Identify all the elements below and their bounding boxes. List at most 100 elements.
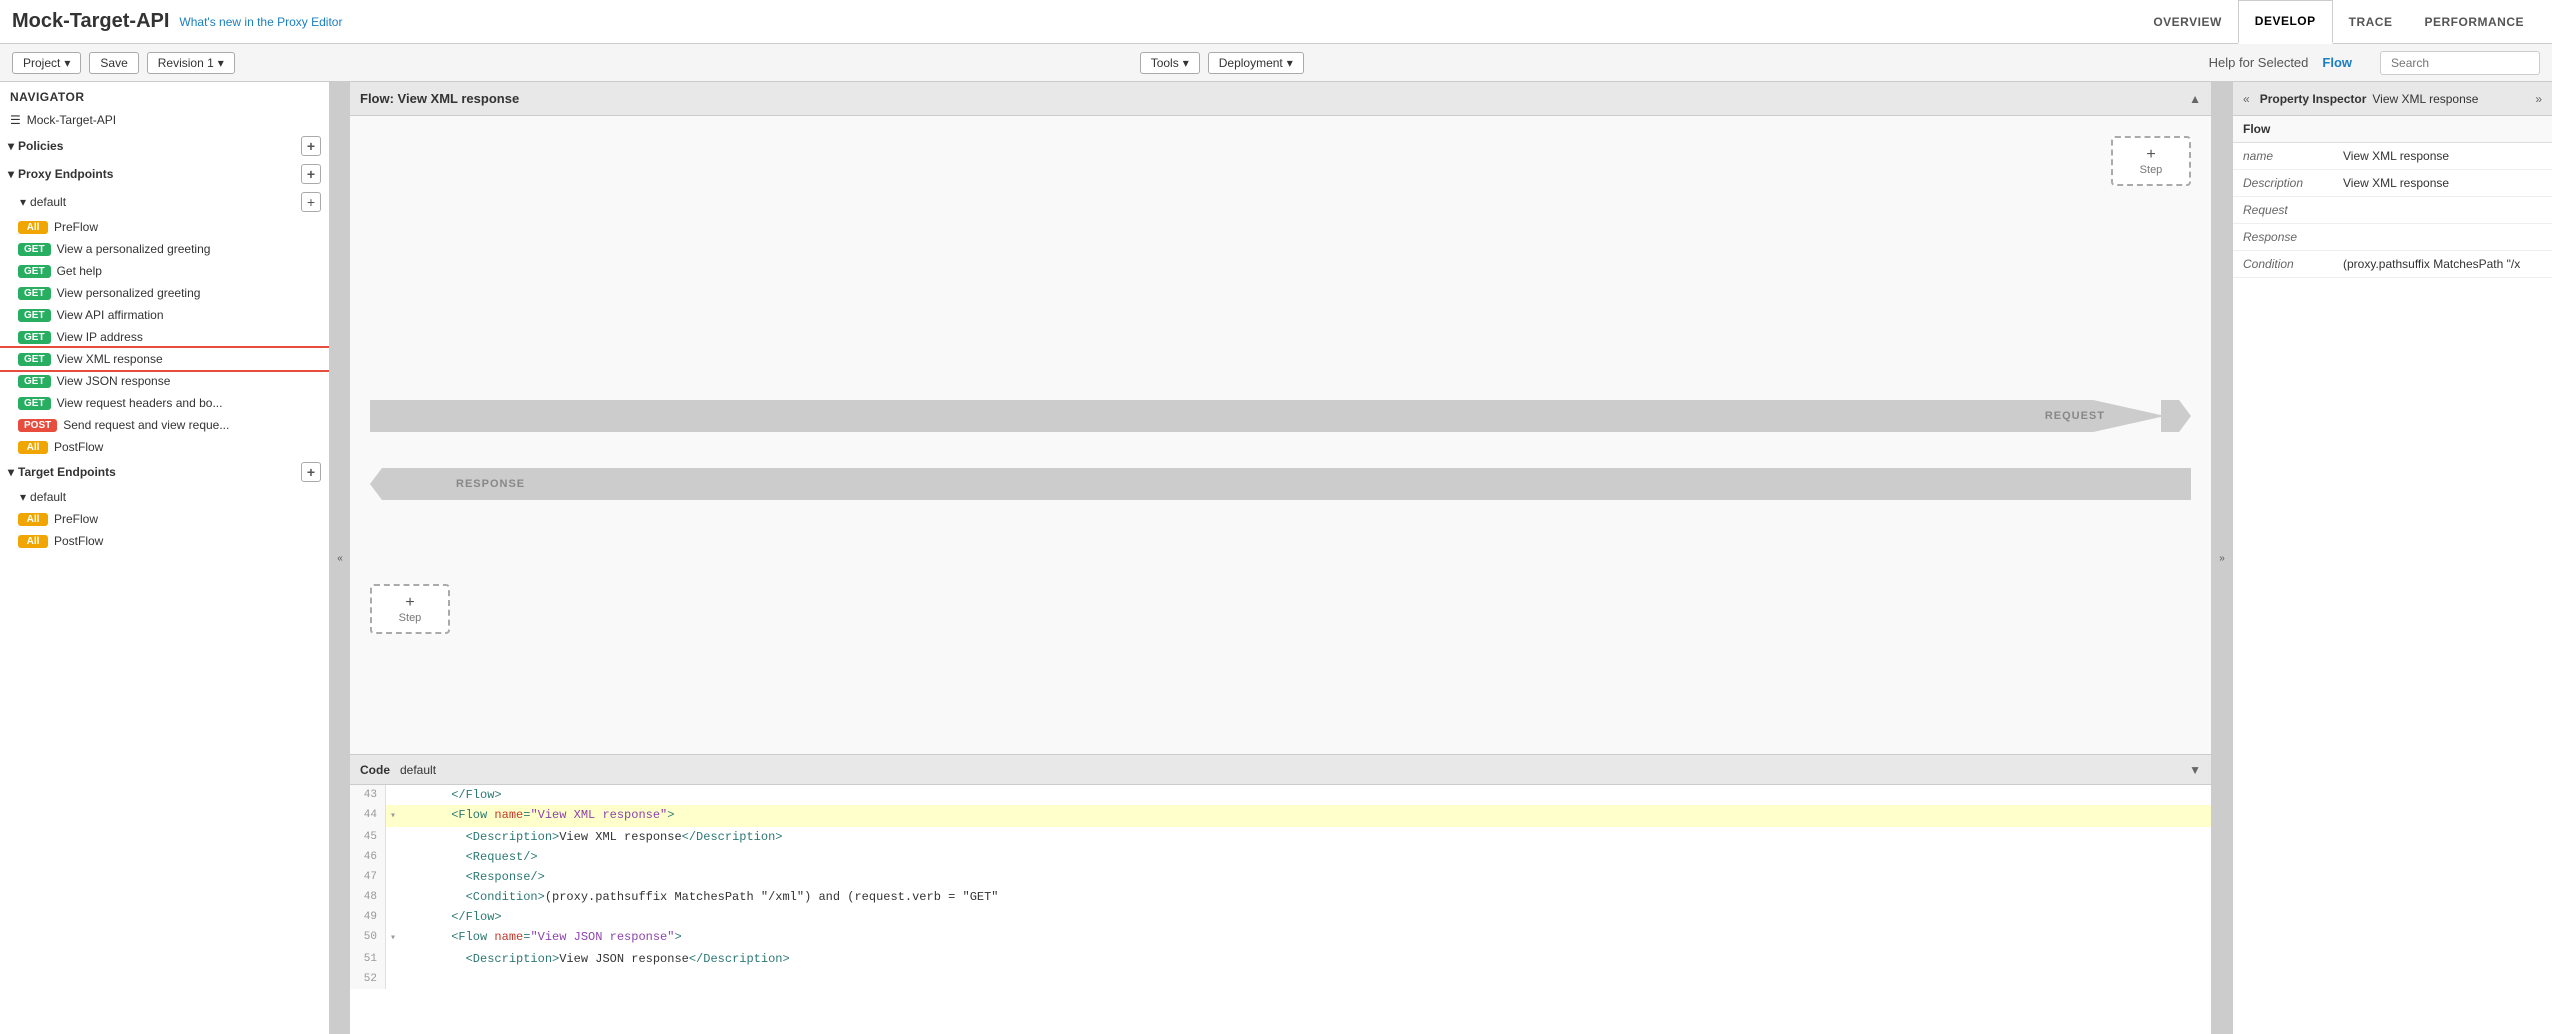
- tools-button[interactable]: Tools ▾: [1140, 52, 1200, 74]
- add-default-button[interactable]: +: [301, 192, 321, 212]
- expand-left-button[interactable]: «: [2243, 92, 2250, 106]
- prop-val-condition[interactable]: (proxy.pathsuffix MatchesPath "/x: [2333, 251, 2552, 278]
- code-line-52: 52: [350, 969, 2211, 989]
- chevron-down-icon-deploy: ▾: [1287, 56, 1293, 70]
- help-flow-link[interactable]: Flow: [2322, 55, 2352, 70]
- toolbar: Project ▾ Save Revision 1 ▾ Tools ▾ Depl…: [0, 44, 2552, 82]
- flow-panel-title: Flow: View XML response: [360, 91, 519, 106]
- flow-item-target-preflow[interactable]: All PreFlow: [0, 508, 329, 530]
- save-button[interactable]: Save: [89, 52, 138, 74]
- prop-key-response: Response: [2233, 224, 2333, 251]
- default-proxy-section[interactable]: ▾ default +: [0, 188, 329, 216]
- document-icon: ☰: [10, 113, 21, 127]
- flow-item-post[interactable]: POST Send request and view reque...: [0, 414, 329, 436]
- code-editor[interactable]: 43 </Flow> 44 ▾ <Flow name="View XML res…: [350, 785, 2211, 1034]
- prop-val-name[interactable]: View XML response: [2333, 143, 2552, 170]
- flow-item-postflow[interactable]: All PostFlow: [0, 436, 329, 458]
- chevron-down-icon-revision: ▾: [218, 56, 224, 70]
- app-title: Mock-Target-API: [12, 10, 169, 33]
- top-bar: Mock-Target-API What's new in the Proxy …: [0, 0, 2552, 44]
- prop-val-response[interactable]: [2333, 224, 2552, 251]
- flow-item-greeting-a[interactable]: GET View a personalized greeting: [0, 238, 329, 260]
- prop-row-condition: Condition (proxy.pathsuffix MatchesPath …: [2233, 251, 2552, 278]
- badge-get-5: GET: [18, 331, 51, 344]
- navigator-panel: Navigator ☰ Mock-Target-API ▾ Policies +…: [0, 82, 330, 1034]
- property-inspector-header: « Property Inspector View XML response »: [2233, 82, 2552, 116]
- flow-item-get-help[interactable]: GET Get help: [0, 260, 329, 282]
- code-line-46: 46 <Request/>: [350, 847, 2211, 867]
- chevron-down-icon-tools: ▾: [1183, 56, 1189, 70]
- badge-get: GET: [18, 243, 51, 256]
- toggle-proxy-icon: ▾: [8, 167, 14, 181]
- badge-get-8: GET: [18, 397, 51, 410]
- code-line-50: 50 ▾ <Flow name="View JSON response">: [350, 927, 2211, 949]
- prop-row-response: Response: [2233, 224, 2552, 251]
- badge-get-7: GET: [18, 375, 51, 388]
- flow-item-preflow[interactable]: All PreFlow: [0, 216, 329, 238]
- badge-all: All: [18, 221, 48, 234]
- help-label: Help for Selected: [2209, 55, 2309, 70]
- expand-flow-button[interactable]: ▲: [2189, 92, 2201, 106]
- add-step-top[interactable]: + Step: [2111, 136, 2191, 186]
- property-table: name View XML response Description View …: [2233, 143, 2552, 278]
- add-policy-button[interactable]: +: [301, 136, 321, 156]
- project-button[interactable]: Project ▾: [12, 52, 81, 74]
- top-nav: OVERVIEW DEVELOP TRACE PERFORMANCE: [2137, 0, 2540, 44]
- collapse-property-button[interactable]: »: [2212, 82, 2232, 1034]
- flow-item-ip[interactable]: GET View IP address: [0, 326, 329, 348]
- prop-row-name: name View XML response: [2233, 143, 2552, 170]
- navigator-api-name[interactable]: ☰ Mock-Target-API: [0, 108, 329, 132]
- expand-right-button[interactable]: »: [2535, 92, 2542, 106]
- default-target-section[interactable]: ▾ default: [0, 486, 329, 508]
- tab-develop[interactable]: DEVELOP: [2238, 0, 2333, 44]
- prop-row-request: Request: [2233, 197, 2552, 224]
- badge-post: POST: [18, 419, 57, 432]
- deployment-button[interactable]: Deployment ▾: [1208, 52, 1304, 74]
- prop-key-name: name: [2233, 143, 2333, 170]
- prop-key-request: Request: [2233, 197, 2333, 224]
- policies-section[interactable]: ▾ Policies +: [0, 132, 329, 160]
- flow-item-target-postflow[interactable]: All PostFlow: [0, 530, 329, 552]
- prop-val-request[interactable]: [2333, 197, 2552, 224]
- code-line-43: 43 </Flow>: [350, 785, 2211, 805]
- code-line-47: 47 <Response/>: [350, 867, 2211, 887]
- toggle-icon: ▾: [8, 139, 14, 153]
- prop-section-flow: Flow: [2233, 116, 2552, 143]
- collapse-code-button[interactable]: ▼: [2189, 763, 2201, 777]
- request-row: REQUEST: [370, 400, 2191, 432]
- flow-item-headers[interactable]: GET View request headers and bo...: [0, 392, 329, 414]
- flow-item-xml[interactable]: GET View XML response: [0, 348, 329, 370]
- navigator-header: Navigator: [0, 82, 329, 108]
- tab-performance[interactable]: PERFORMANCE: [2408, 0, 2540, 44]
- property-inspector-panel: « Property Inspector View XML response »…: [2232, 82, 2552, 1034]
- response-row: RESPONSE: [370, 468, 2191, 500]
- flow-item-affirmation[interactable]: GET View API affirmation: [0, 304, 329, 326]
- code-line-51: 51 <Description>View JSON response</Desc…: [350, 949, 2211, 969]
- toggle-target-icon: ▾: [8, 465, 14, 479]
- flow-panel-header: Flow: View XML response ▲: [350, 82, 2211, 116]
- collapse-navigator-button[interactable]: «: [330, 82, 350, 1034]
- add-step-bottom[interactable]: + Step: [370, 584, 450, 634]
- revision-button[interactable]: Revision 1 ▾: [147, 52, 235, 74]
- badge-all-4: All: [18, 535, 48, 548]
- prop-val-description[interactable]: View XML response: [2333, 170, 2552, 197]
- prop-key-description: Description: [2233, 170, 2333, 197]
- add-proxy-button[interactable]: +: [301, 164, 321, 184]
- prop-row-description: Description View XML response: [2233, 170, 2552, 197]
- response-label: RESPONSE: [456, 478, 525, 490]
- proxy-endpoints-section[interactable]: ▾ Proxy Endpoints +: [0, 160, 329, 188]
- target-endpoints-section[interactable]: ▾ Target Endpoints +: [0, 458, 329, 486]
- badge-all-3: All: [18, 513, 48, 526]
- tab-overview[interactable]: OVERVIEW: [2137, 0, 2237, 44]
- badge-get-2: GET: [18, 265, 51, 278]
- center-panel: Flow: View XML response ▲ + Step REQUEST: [350, 82, 2212, 1034]
- flow-item-greeting[interactable]: GET View personalized greeting: [0, 282, 329, 304]
- badge-get-4: GET: [18, 309, 51, 322]
- app-subtitle-link[interactable]: What's new in the Proxy Editor: [179, 15, 342, 29]
- toggle-default-icon: ▾: [20, 195, 26, 209]
- tab-trace[interactable]: TRACE: [2333, 0, 2409, 44]
- search-input[interactable]: [2380, 51, 2540, 75]
- add-target-button[interactable]: +: [301, 462, 321, 482]
- code-panel-header: Code default ▼: [350, 755, 2211, 785]
- flow-item-json[interactable]: GET View JSON response: [0, 370, 329, 392]
